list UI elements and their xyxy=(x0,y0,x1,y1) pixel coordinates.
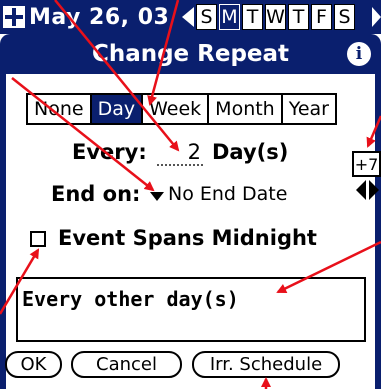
span-midnight-checkbox[interactable] xyxy=(30,231,46,247)
cancel-button[interactable]: Cancel xyxy=(71,351,182,378)
calendar-app-icon xyxy=(3,6,25,28)
weekday-1[interactable]: M xyxy=(219,4,240,30)
ok-button[interactable]: OK xyxy=(5,351,62,378)
tab-month[interactable]: Month xyxy=(209,95,283,123)
every-interval-field[interactable]: 2 xyxy=(157,140,203,166)
weekday-2[interactable]: T xyxy=(242,4,263,30)
every-label: Every: xyxy=(72,140,147,164)
tab-day[interactable]: Day xyxy=(91,95,144,123)
info-icon[interactable]: i xyxy=(347,42,371,66)
previous-week-arrow-icon[interactable] xyxy=(182,7,194,27)
weekday-0[interactable]: S xyxy=(196,4,217,30)
current-date: May 26, 03 xyxy=(29,4,170,30)
every-unit-label: Day(s) xyxy=(212,140,289,164)
weekday-selector: SMTWTFS xyxy=(196,4,357,30)
tab-week[interactable]: Week xyxy=(143,95,210,123)
dropdown-triangle-icon[interactable] xyxy=(150,192,164,201)
weekday-5[interactable]: F xyxy=(311,4,332,30)
end-on-label: End on: xyxy=(51,182,141,206)
end-date-picker[interactable]: No End Date xyxy=(168,183,287,205)
decrement-arrow-icon[interactable] xyxy=(356,180,366,200)
repeat-type-tabs: None Day Week Month Year xyxy=(26,93,337,125)
weekday-4[interactable]: T xyxy=(288,4,309,30)
weekday-3[interactable]: W xyxy=(265,4,286,30)
tab-year[interactable]: Year xyxy=(283,95,335,123)
increment-arrow-icon[interactable] xyxy=(369,180,379,200)
span-midnight-label[interactable]: Event Spans Midnight xyxy=(58,226,317,250)
dialog-title: Change Repeat xyxy=(91,41,290,67)
irregular-schedule-button[interactable]: Irr. Schedule xyxy=(192,351,340,378)
next-week-arrow-icon[interactable] xyxy=(372,7,381,27)
add-seven-button[interactable]: +7 xyxy=(352,151,381,177)
repeat-description-text: Every other day(s) xyxy=(22,287,239,311)
weekday-6[interactable]: S xyxy=(334,4,355,30)
date-title[interactable]: May 26, 03 xyxy=(3,2,169,32)
tab-none[interactable]: None xyxy=(28,95,92,123)
